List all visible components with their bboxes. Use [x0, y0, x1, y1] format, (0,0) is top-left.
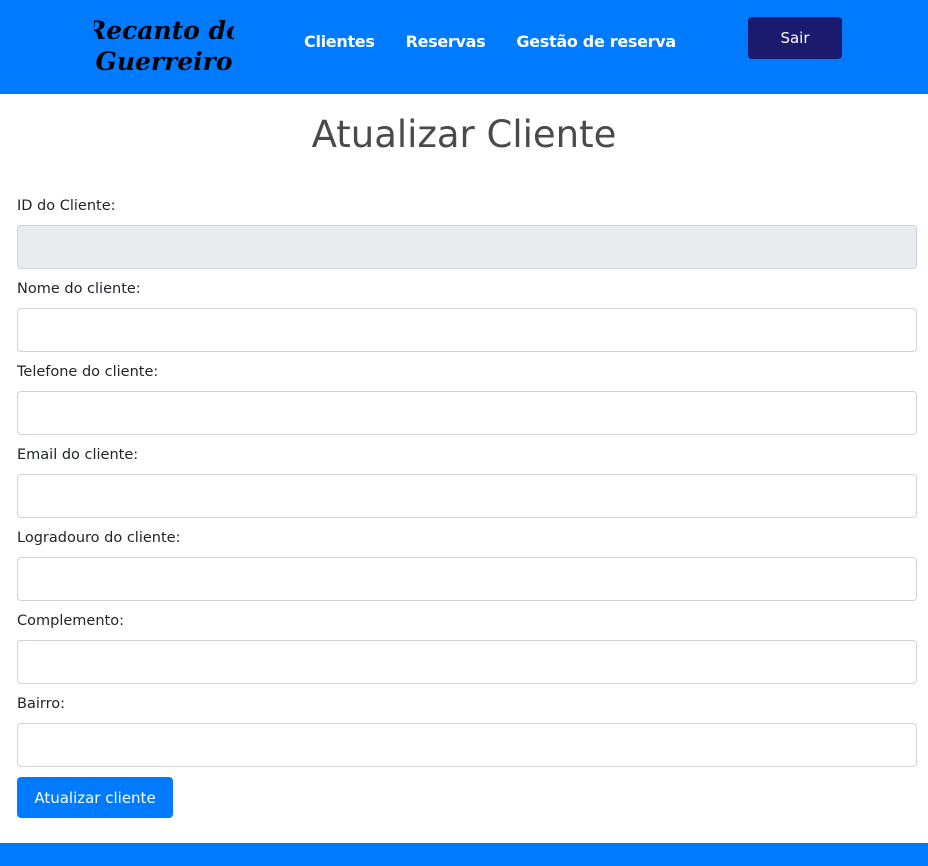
client-email-label: Email do cliente:	[17, 447, 139, 463]
field-complement: Complemento:	[17, 611, 917, 684]
client-phone-label: Telefone do cliente:	[17, 364, 159, 380]
client-street-input[interactable]	[17, 557, 917, 601]
client-name-label: Nome do cliente:	[17, 281, 141, 297]
client-name-input[interactable]	[17, 308, 917, 352]
logout-button[interactable]: Sair	[748, 17, 842, 59]
navbar: Recanto do Guerreiro Clientes Reservas G…	[0, 0, 928, 94]
client-id-input[interactable]	[17, 225, 917, 269]
complement-label: Complemento:	[17, 613, 124, 629]
neighborhood-input[interactable]	[17, 723, 917, 767]
main-nav: Clientes Reservas Gestão de reserva	[304, 31, 676, 53]
update-client-button[interactable]: Atualizar cliente	[17, 777, 173, 818]
nav-link-clientes[interactable]: Clientes	[304, 31, 375, 53]
field-client-phone: Telefone do cliente:	[17, 362, 917, 435]
brand-logo[interactable]: Recanto do Guerreiro	[94, 6, 234, 86]
field-client-name: Nome do cliente:	[17, 279, 917, 352]
client-street-label: Logradouro do cliente:	[17, 530, 181, 546]
update-client-form: ID do Cliente: Nome do cliente: Telefone…	[17, 196, 917, 818]
neighborhood-label: Bairro:	[17, 696, 65, 712]
field-client-street: Logradouro do cliente:	[17, 528, 917, 601]
client-id-label: ID do Cliente:	[17, 198, 116, 214]
field-client-email: Email do cliente:	[17, 445, 917, 518]
nav-link-gestao-reserva[interactable]: Gestão de reserva	[516, 31, 676, 53]
field-client-id: ID do Cliente:	[17, 196, 917, 269]
nav-link-reservas[interactable]: Reservas	[406, 31, 486, 53]
page-title: Atualizar Cliente	[311, 113, 617, 156]
svg-text:Guerreiro: Guerreiro	[95, 47, 232, 76]
svg-text:Recanto do: Recanto do	[94, 16, 234, 45]
client-phone-input[interactable]	[17, 391, 917, 435]
field-neighborhood: Bairro:	[17, 694, 917, 767]
logo-wordmark: Recanto do Guerreiro	[94, 16, 234, 76]
footer-bar	[0, 843, 928, 866]
complement-input[interactable]	[17, 640, 917, 684]
client-email-input[interactable]	[17, 474, 917, 518]
